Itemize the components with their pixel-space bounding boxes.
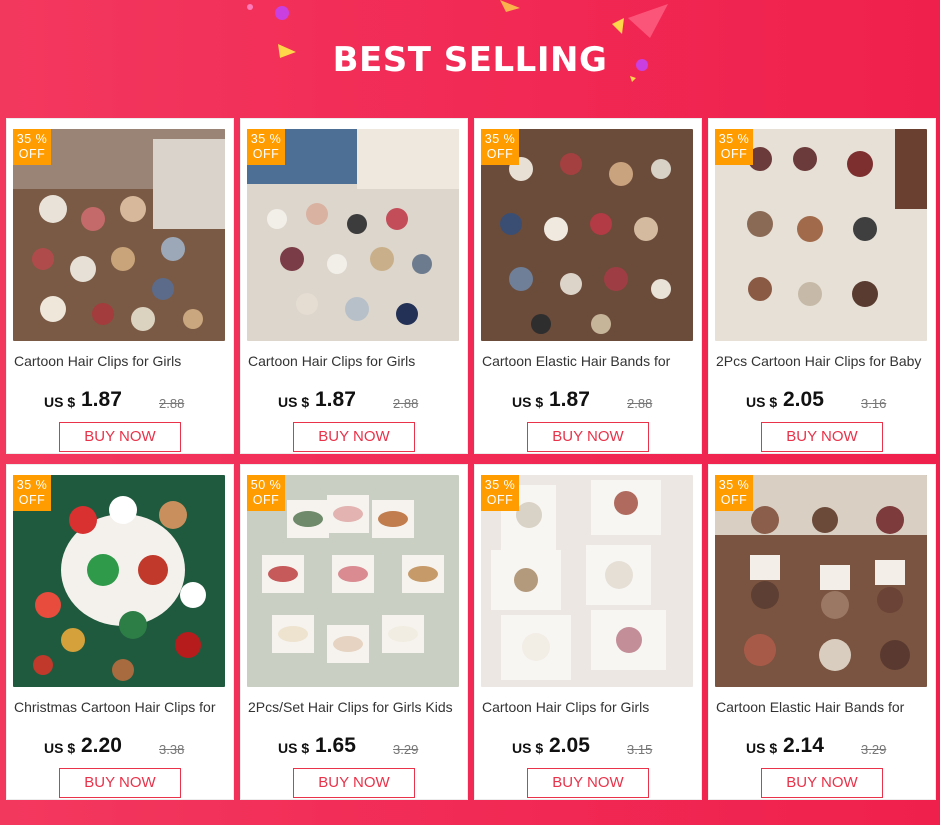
product-card[interactable]: 35 % OFF Cartoon Hair Clips for Girls US … <box>474 464 702 800</box>
sale-price: 1.65 <box>315 734 356 757</box>
discount-percent: 35 % <box>16 132 48 146</box>
sale-price: 2.20 <box>81 734 122 757</box>
sale-price: 1.87 <box>315 388 356 411</box>
currency-label: US $ <box>512 394 544 410</box>
price-row: US $ 1.87 2.88 <box>241 388 469 416</box>
discount-off-label: OFF <box>18 147 46 161</box>
product-card[interactable]: 35 % OFF Cartoon Elastic Hair Bands for U… <box>708 464 936 800</box>
buy-now-button[interactable]: BUY NOW <box>527 422 649 452</box>
product-name[interactable]: 2Pcs Cartoon Hair Clips for Baby <box>716 353 932 369</box>
price-row: US $ 1.65 3.29 <box>241 734 469 762</box>
discount-off-label: OFF <box>252 493 280 507</box>
price-row: US $ 2.05 3.15 <box>475 734 703 762</box>
product-name[interactable]: Cartoon Hair Clips for Girls <box>14 353 230 369</box>
buy-now-button[interactable]: BUY NOW <box>59 768 181 798</box>
product-name[interactable]: Cartoon Hair Clips for Girls <box>248 353 464 369</box>
currency-label: US $ <box>278 394 310 410</box>
product-card[interactable]: 35 % OFF Christmas Cartoon Hair Clips for… <box>6 464 234 800</box>
product-name[interactable]: Cartoon Hair Clips for Girls <box>482 699 698 715</box>
product-card[interactable]: 35 % OFF 2Pcs Cartoon Hair Clips for Baby… <box>708 118 936 454</box>
original-price: 2.88 <box>627 396 653 411</box>
discount-percent: 35 % <box>718 132 750 146</box>
product-card[interactable]: 35 % OFF Cartoon Elastic Hair Bands for U… <box>474 118 702 454</box>
page-title: BEST SELLING <box>332 40 608 80</box>
product-name[interactable]: Christmas Cartoon Hair Clips for <box>14 699 230 715</box>
buy-now-button[interactable]: BUY NOW <box>761 768 883 798</box>
discount-percent: 35 % <box>484 478 516 492</box>
discount-badge: 35 % OFF <box>13 475 51 511</box>
product-card[interactable]: 50 % OFF 2Pcs/Set Hair Clips for Girls Ki… <box>240 464 468 800</box>
discount-badge: 35 % OFF <box>715 129 753 165</box>
original-price: 3.29 <box>393 742 419 757</box>
discount-badge: 35 % OFF <box>481 475 519 511</box>
discount-badge: 50 % OFF <box>247 475 285 511</box>
currency-label: US $ <box>278 740 310 756</box>
discount-percent: 35 % <box>484 132 516 146</box>
discount-off-label: OFF <box>720 493 748 507</box>
discount-badge: 35 % OFF <box>715 475 753 511</box>
discount-off-label: OFF <box>486 493 514 507</box>
discount-off-label: OFF <box>486 147 514 161</box>
discount-percent: 35 % <box>250 132 282 146</box>
sale-price: 1.87 <box>549 388 590 411</box>
buy-now-button[interactable]: BUY NOW <box>59 422 181 452</box>
product-name[interactable]: 2Pcs/Set Hair Clips for Girls Kids <box>248 699 464 715</box>
original-price: 3.15 <box>627 742 653 757</box>
sale-price: 2.05 <box>783 388 824 411</box>
product-card[interactable]: 35 % OFF Cartoon Hair Clips for Girls US … <box>6 118 234 454</box>
price-row: US $ 2.14 3.29 <box>709 734 937 762</box>
discount-off-label: OFF <box>18 493 46 507</box>
currency-label: US $ <box>746 740 778 756</box>
product-grid: 35 % OFF Cartoon Hair Clips for Girls US … <box>6 118 936 812</box>
price-row: US $ 2.20 3.38 <box>7 734 235 762</box>
discount-percent: 35 % <box>16 478 48 492</box>
buy-now-button[interactable]: BUY NOW <box>293 768 415 798</box>
discount-off-label: OFF <box>720 147 748 161</box>
buy-now-button[interactable]: BUY NOW <box>527 768 649 798</box>
product-name[interactable]: Cartoon Elastic Hair Bands for <box>716 699 932 715</box>
original-price: 2.88 <box>159 396 185 411</box>
header-banner: BEST SELLING <box>0 0 940 118</box>
original-price: 3.29 <box>861 742 887 757</box>
original-price: 3.38 <box>159 742 185 757</box>
discount-percent: 50 % <box>250 478 282 492</box>
product-name[interactable]: Cartoon Elastic Hair Bands for <box>482 353 698 369</box>
discount-badge: 35 % OFF <box>13 129 51 165</box>
discount-off-label: OFF <box>252 147 280 161</box>
sale-price: 2.05 <box>549 734 590 757</box>
currency-label: US $ <box>746 394 778 410</box>
price-row: US $ 1.87 2.88 <box>475 388 703 416</box>
price-row: US $ 1.87 2.88 <box>7 388 235 416</box>
discount-badge: 35 % OFF <box>481 129 519 165</box>
price-row: US $ 2.05 3.16 <box>709 388 937 416</box>
original-price: 2.88 <box>393 396 419 411</box>
currency-label: US $ <box>44 394 76 410</box>
sale-price: 1.87 <box>81 388 122 411</box>
currency-label: US $ <box>512 740 544 756</box>
original-price: 3.16 <box>861 396 887 411</box>
product-card[interactable]: 35 % OFF Cartoon Hair Clips for Girls US … <box>240 118 468 454</box>
buy-now-button[interactable]: BUY NOW <box>293 422 415 452</box>
discount-badge: 35 % OFF <box>247 129 285 165</box>
sale-price: 2.14 <box>783 734 824 757</box>
discount-percent: 35 % <box>718 478 750 492</box>
buy-now-button[interactable]: BUY NOW <box>761 422 883 452</box>
currency-label: US $ <box>44 740 76 756</box>
